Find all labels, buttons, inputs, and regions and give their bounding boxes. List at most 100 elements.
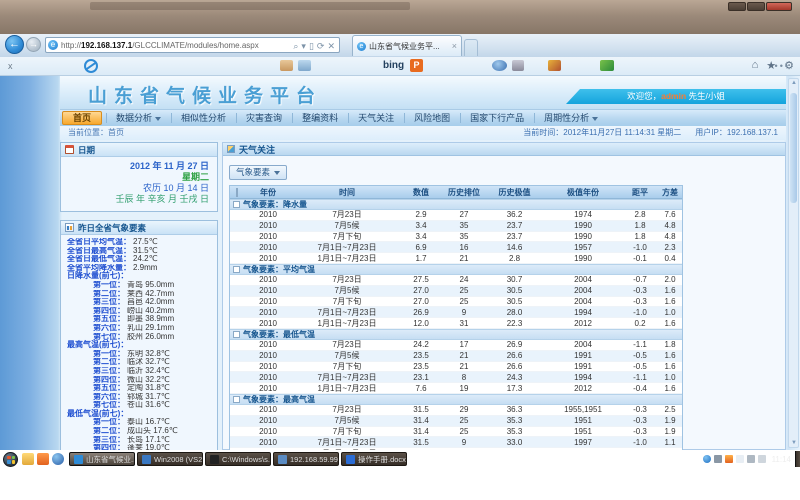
search-icon[interactable]: ⌕ — [293, 41, 298, 52]
close-bar-icon[interactable]: x — [8, 61, 13, 71]
home-icon[interactable]: ⌂ — [752, 59, 759, 72]
folder-icon[interactable] — [22, 453, 34, 465]
tab-close-icon[interactable]: × — [452, 41, 457, 51]
table-cell: 27.0 — [401, 286, 441, 295]
nav-item-7[interactable]: 国家下行产品 — [460, 110, 534, 126]
tray-ie-icon[interactable] — [703, 455, 711, 463]
table-cell: 26.6 — [487, 362, 542, 371]
nav-item-6[interactable]: 风险地图 — [404, 110, 460, 126]
window-title: 操作手册.docx ... — [358, 454, 407, 465]
tray-flame-icon[interactable] — [725, 455, 733, 463]
chevron-down-icon — [274, 171, 280, 175]
scroll-up-icon[interactable]: ▲ — [791, 80, 797, 86]
table-cell: -1.1 — [624, 340, 656, 349]
table-cell: 1.7 — [401, 254, 441, 263]
taskbar-window-3[interactable]: 192.168.59.99... — [273, 452, 339, 466]
url-host: 192.168.137.1 — [81, 41, 132, 50]
card-icon[interactable] — [280, 60, 293, 71]
table-cell: 24.3 — [487, 373, 542, 382]
section-header: 天气关注 — [223, 143, 785, 156]
start-button[interactable] — [3, 452, 18, 467]
nav-item-0[interactable]: 首页 — [62, 111, 102, 125]
refresh-icon[interactable]: ⟳ — [317, 41, 325, 52]
bing-badge-icon[interactable]: P — [410, 59, 423, 72]
table-row: 20107月下旬27.02530.52004-0.31.6 — [230, 297, 682, 308]
vertical-scrollbar[interactable]: ▲ ▼ — [788, 78, 799, 448]
table-cell: 23.7 — [487, 232, 542, 241]
stop-icon[interactable]: ✕ — [327, 41, 335, 52]
table-cell: 1994 — [542, 308, 624, 317]
table-cell: 27 — [441, 210, 487, 219]
nav-item-1[interactable]: 数据分析 — [106, 110, 171, 126]
address-bar[interactable]: e http://192.168.137.1/GLCCLIMATE/module… — [45, 37, 340, 53]
nav-item-8[interactable]: 周期性分析 — [534, 110, 608, 126]
taskbar-window-4[interactable]: 操作手册.docx ... — [341, 452, 407, 466]
close-icon[interactable] — [766, 2, 792, 11]
taskbar-window-0[interactable]: 山东省气候业.. — [69, 452, 135, 466]
element-filter-button[interactable]: 气象要素 — [229, 165, 287, 180]
mail-icon[interactable] — [298, 60, 311, 71]
table-cell: 1.0 — [656, 373, 684, 382]
column-header: 年份 — [243, 187, 293, 198]
table-cell: 1994 — [542, 373, 624, 382]
nav-item-5[interactable]: 天气关注 — [348, 110, 404, 126]
browser-toolbar: ← → e http://192.168.137.1/GLCCLIMATE/mo… — [0, 34, 800, 57]
table-cell: 7月1日~7月23日 — [293, 307, 401, 318]
scrollbar-thumb[interactable] — [790, 93, 797, 203]
group-label: 气象要素：最高气温 — [243, 394, 315, 405]
table-cell: 1951 — [542, 416, 624, 425]
chevron-down-icon[interactable]: ▾ — [301, 41, 306, 52]
more-options-icon[interactable]: ••• — [775, 61, 790, 71]
group-checkbox[interactable] — [233, 331, 240, 338]
disc-icon[interactable] — [492, 60, 507, 71]
table-row: 20107月1日~7月23日31.5933.01997-1.01.1 — [230, 437, 682, 448]
table-cell: 1990 — [542, 221, 624, 230]
media-app-icon[interactable] — [52, 453, 64, 465]
app-orange-icon[interactable] — [37, 453, 49, 465]
group-checkbox[interactable] — [233, 201, 240, 208]
nav-item-3[interactable]: 灾害查询 — [236, 110, 292, 126]
nav-item-2[interactable]: 相似性分析 — [171, 110, 236, 126]
tray-flag-icon[interactable] — [736, 455, 744, 463]
tray-network-icon[interactable] — [747, 455, 755, 463]
camera-icon[interactable] — [512, 60, 524, 71]
new-tab-button[interactable] — [464, 39, 478, 56]
table-cell: 35 — [441, 221, 487, 230]
table-cell: -1.0 — [624, 308, 656, 317]
window-icon — [74, 455, 83, 464]
table-row: 20107月23日31.52936.31955,1951-0.32.5 — [230, 405, 682, 416]
group-checkbox[interactable] — [233, 396, 240, 403]
table-cell: 1.8 — [624, 221, 656, 230]
stat-line: 第六位：乳山 29.1mm — [67, 324, 213, 333]
scroll-down-icon[interactable]: ▼ — [791, 440, 797, 446]
addon-icon[interactable] — [600, 60, 614, 71]
nav-item-4[interactable]: 整编资料 — [292, 110, 348, 126]
stat-line: 第四位：崂山 40.2mm — [67, 307, 213, 316]
back-button[interactable]: ← — [5, 35, 24, 54]
window-icon — [278, 455, 287, 464]
taskbar-window-2[interactable]: C:\Windows\s... — [205, 452, 271, 466]
maximize-icon[interactable] — [747, 2, 765, 11]
compatibility-icon[interactable]: ▯ — [309, 41, 314, 52]
show-desktop-button[interactable] — [795, 451, 800, 467]
taskbar-window-1[interactable]: Win2008 (VS2... — [137, 452, 203, 466]
table-row: 20107月5候3.43523.719901.84.8 — [230, 221, 682, 232]
bing-logo[interactable]: bing — [383, 60, 404, 71]
blocked-content-icon[interactable] — [84, 59, 98, 73]
page-viewport: 山东省气候业务平台 欢迎您，admin 先生/小姐 首页数据分析相似性分析灾害查… — [0, 76, 800, 450]
column-header: 极值年份 — [542, 187, 624, 198]
table-row: 20107月下旬31.42535.31951-0.31.9 — [230, 427, 682, 438]
forward-button[interactable]: → — [26, 37, 41, 52]
tray-update-icon[interactable] — [714, 455, 722, 463]
select-all-checkbox[interactable] — [236, 188, 238, 197]
tray-volume-icon[interactable] — [758, 455, 766, 463]
group-checkbox[interactable] — [233, 266, 240, 273]
table-cell: 1990 — [542, 232, 624, 241]
table-cell: 7月23日 — [293, 339, 401, 350]
table-cell: 24.2 — [401, 340, 441, 349]
table-cell: -0.4 — [624, 384, 656, 393]
rocket-icon[interactable] — [548, 60, 561, 71]
minimize-icon[interactable] — [728, 2, 746, 11]
table-cell: -0.3 — [624, 427, 656, 436]
browser-tab[interactable]: e 山东省气候业务平... × — [352, 35, 462, 56]
